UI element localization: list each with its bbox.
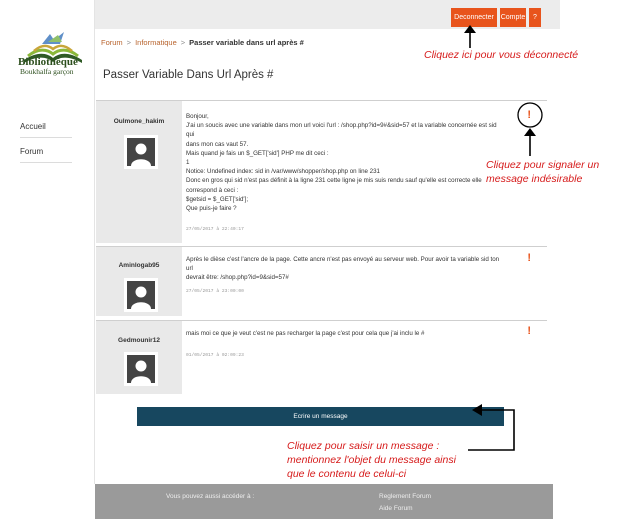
- forum-post: Oulmone_hakim Bonjour, J'ai un soucis av…: [96, 100, 547, 243]
- annotation-write: Cliquez pour saisir un message : mention…: [287, 439, 456, 481]
- annotation-report: Cliquez pour signaler un message indésir…: [486, 158, 618, 186]
- post-line: 1: [186, 159, 190, 167]
- post-line: Bonjour,: [186, 113, 209, 120]
- footer-link-aide[interactable]: Aide Forum: [379, 505, 413, 512]
- breadcrumb-forum[interactable]: Forum: [101, 38, 123, 47]
- arrow-left-icon: [468, 404, 515, 451]
- report-icon[interactable]: !: [527, 252, 531, 264]
- post-line: Que puis-je faire ?: [186, 205, 237, 213]
- annotation-line: message indésirable: [486, 173, 583, 185]
- post-author[interactable]: Aminlogab95: [96, 262, 182, 269]
- footer: Vous pouvez aussi accéder à : Reglement …: [95, 484, 553, 519]
- help-button[interactable]: ?: [529, 8, 541, 27]
- sidebar: Bibliothèque Boukhalfa garçon Accueil Fo…: [0, 0, 95, 484]
- annotation-line: Cliquez pour saisir un message :: [287, 440, 440, 452]
- avatar: [124, 135, 158, 169]
- write-message-button[interactable]: Ecrire un message: [137, 407, 504, 426]
- author-column: Gedmounir12: [96, 321, 182, 394]
- footer-link-reglement[interactable]: Reglement Forum: [379, 493, 431, 500]
- logo-subtitle: Boukhalfa garçon: [20, 67, 74, 76]
- avatar: [124, 352, 158, 386]
- post-date: 01/05/2017 à 02:09:23: [186, 353, 244, 358]
- breadcrumb-informatique[interactable]: Informatique: [135, 38, 177, 47]
- annotation-callout-icon: [517, 102, 543, 156]
- breadcrumb-current: Passer variable dans url après #: [189, 38, 304, 47]
- post-line: mais moi ce que je veut c'est ne pas rec…: [186, 330, 425, 337]
- sidebar-item-forum[interactable]: Forum: [20, 147, 72, 163]
- post-date: 27/05/2017 à 23:00:00: [186, 289, 244, 294]
- forum-post: Aminlogab95 Après le dièse c'est l'ancre…: [96, 246, 547, 316]
- breadcrumb-separator: >: [126, 38, 132, 47]
- annotation-logout: Cliquez ici pour vous déconnecté: [424, 49, 579, 61]
- post-line: correspond à ceci :: [186, 186, 239, 194]
- annotation-line: mentionnez l'objet du message ainsi: [287, 454, 456, 466]
- post-line: J'ai un soucis avec une variable dans mo…: [186, 122, 497, 139]
- post-line: dans mon cas vaut 57.: [186, 140, 249, 148]
- sidebar-item-accueil[interactable]: Accueil: [20, 122, 72, 138]
- arrow-up-icon: [464, 25, 476, 48]
- post-body: Bonjour, J'ai un soucis avec une variabl…: [186, 112, 506, 213]
- post-body: mais moi ce que je veut c'est ne pas rec…: [186, 329, 506, 338]
- annotation-line: Cliquez pour signaler un: [486, 159, 600, 171]
- account-button[interactable]: Compte: [500, 8, 526, 27]
- post-line: devrait être: /shop.php?id=9&sid=57#: [186, 274, 289, 282]
- post-line: Notice: Undefined index: sid in /var/www…: [186, 168, 380, 176]
- forum-post: Gedmounir12 mais moi ce que je veut c'es…: [96, 320, 547, 394]
- footer-access-label: Vous pouvez aussi accéder à :: [166, 493, 255, 500]
- report-icon[interactable]: !: [527, 325, 531, 337]
- post-body: Après le dièse c'est l'ancre de la page.…: [186, 255, 506, 283]
- avatar: [124, 278, 158, 312]
- top-bar: Deconnecter Compte ?: [95, 0, 560, 29]
- post-line: Après le dièse c'est l'ancre de la page.…: [186, 256, 500, 273]
- breadcrumb: Forum > Informatique > Passer variable dans …: [101, 38, 304, 47]
- author-column: Aminlogab95: [96, 247, 182, 316]
- post-line: $getsid = $_GET['sid'];: [186, 195, 249, 203]
- breadcrumb-separator: >: [180, 38, 186, 47]
- annotation-line: que le contenu de celui-ci: [287, 468, 407, 480]
- post-line: Mais quand je fais un $_GET['sid'] PHP m…: [186, 149, 329, 157]
- user-silhouette-icon: [127, 138, 155, 166]
- post-line: Donc en gros qui sid n'est pas définit à…: [186, 177, 482, 185]
- user-silhouette-icon: [127, 355, 155, 383]
- user-silhouette-icon: [127, 281, 155, 309]
- author-column: Oulmone_hakim: [96, 101, 182, 243]
- page-title: Passer Variable Dans Url Après #: [103, 69, 274, 81]
- post-author[interactable]: Gedmounir12: [96, 337, 182, 344]
- post-author[interactable]: Oulmone_hakim: [96, 118, 182, 125]
- post-date: 27/05/2017 à 22:40:17: [186, 227, 244, 232]
